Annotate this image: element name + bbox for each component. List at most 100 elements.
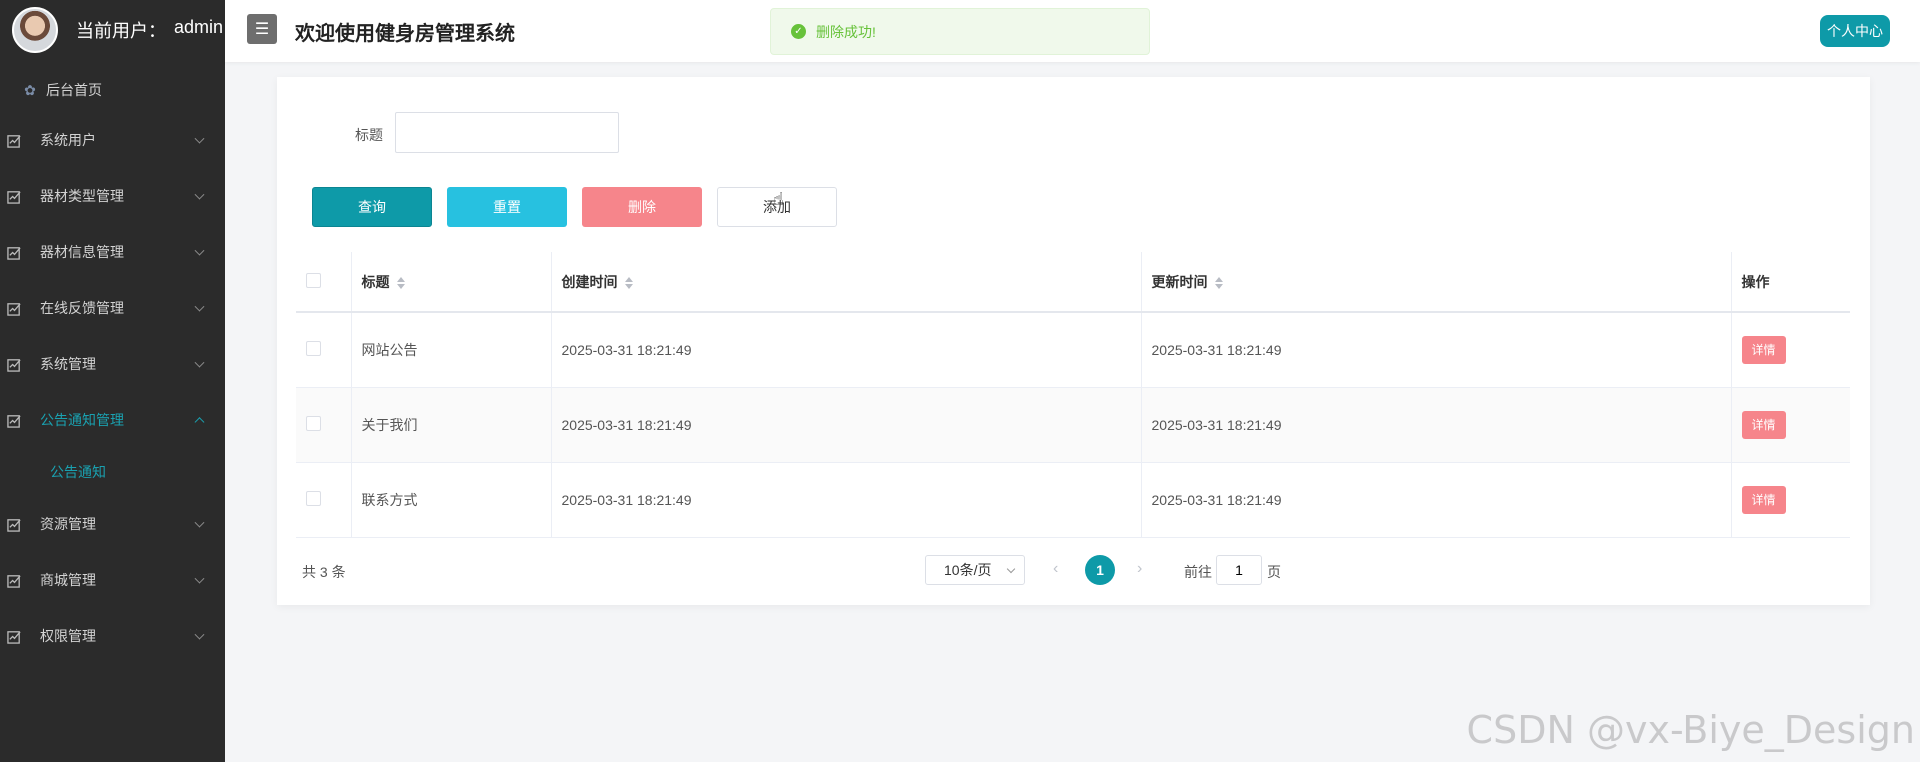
chevron-down-icon	[194, 357, 205, 368]
edit-chart-icon	[6, 356, 22, 372]
chevron-down-icon	[194, 245, 205, 256]
current-user-label: 当前用户：	[76, 21, 166, 41]
edit-chart-icon	[6, 628, 22, 644]
row-updated: 2025-03-31 18:21:49	[1141, 387, 1732, 463]
sidebar-item-label: 在线反馈管理	[40, 300, 124, 316]
sidebar-item-system[interactable]: 系统管理	[0, 336, 225, 392]
select-all-checkbox[interactable]	[306, 272, 321, 288]
row-select-cell	[296, 462, 352, 538]
table-row: 网站公告 2025-03-31 18:21:49 2025-03-31 18:2…	[296, 312, 1850, 388]
chevron-down-icon	[194, 517, 205, 528]
col-ops: 操作	[1731, 252, 1850, 313]
success-toast: ✓ 删除成功!	[770, 8, 1150, 55]
table-row: 关于我们 2025-03-31 18:21:49 2025-03-31 18:2…	[296, 387, 1850, 463]
col-created[interactable]: 创建时间	[551, 252, 1142, 313]
sidebar-item-users[interactable]: 系统用户	[0, 112, 225, 168]
search-title-input[interactable]	[395, 112, 619, 153]
user-box: 当前用户： admin	[0, 0, 225, 60]
row-checkbox[interactable]	[306, 340, 321, 356]
edit-chart-icon	[6, 412, 22, 428]
edit-chart-icon	[6, 572, 22, 588]
row-select-cell	[296, 387, 352, 463]
sidebar-item-resources[interactable]: 资源管理	[0, 496, 225, 552]
sidebar-item-shop[interactable]: 商城管理	[0, 552, 225, 608]
col-updated[interactable]: 更新时间	[1141, 252, 1732, 313]
current-page[interactable]: 1	[1085, 555, 1115, 585]
prev-page-button[interactable]: ‹	[1053, 560, 1058, 578]
sidebar-item-equipment-types[interactable]: 器材类型管理	[0, 168, 225, 224]
sidebar-item-label: 权限管理	[40, 628, 96, 644]
sort-icon[interactable]	[624, 276, 633, 289]
row-title: 联系方式	[351, 462, 552, 538]
sidebar-item-label: 系统管理	[40, 356, 96, 372]
current-username: admin	[174, 17, 224, 37]
sidebar-item-label: 器材信息管理	[40, 244, 124, 260]
row-checkbox[interactable]	[306, 490, 321, 506]
delete-button[interactable]: 删除	[582, 187, 702, 227]
chevron-down-icon	[194, 629, 205, 640]
col-updated-label: 更新时间	[1151, 273, 1208, 290]
col-created-label: 创建时间	[561, 273, 618, 290]
row-created: 2025-03-31 18:21:49	[551, 462, 1142, 538]
sidebar-item-label: 资源管理	[40, 516, 96, 532]
sidebar-subitem-notice[interactable]: 公告通知	[0, 448, 225, 496]
sidebar-item-equipment-info[interactable]: 器材信息管理	[0, 224, 225, 280]
query-button[interactable]: 查询	[312, 187, 432, 227]
sidebar-item-permissions[interactable]: 权限管理	[0, 608, 225, 664]
detail-button[interactable]: 详情	[1741, 485, 1786, 514]
col-ops-label: 操作	[1741, 273, 1770, 290]
row-select-cell	[296, 312, 352, 388]
reset-button[interactable]: 重置	[447, 187, 567, 227]
select-all-cell	[296, 252, 352, 313]
chevron-down-icon	[194, 189, 205, 200]
hand-cursor-icon: ☝	[773, 189, 784, 209]
col-title-label: 标题	[361, 273, 390, 290]
row-updated: 2025-03-31 18:21:49	[1141, 312, 1732, 388]
table-header-row: 标题 创建时间 更新时间 操作	[296, 252, 1850, 313]
row-ops: 详情	[1731, 462, 1850, 538]
edit-chart-icon	[6, 244, 22, 260]
edit-chart-icon	[6, 188, 22, 204]
page-size-value: 10条/页	[944, 562, 992, 578]
row-title: 关于我们	[351, 387, 552, 463]
col-title[interactable]: 标题	[351, 252, 552, 313]
sidebar-item-label: 商城管理	[40, 572, 96, 588]
avatar	[12, 7, 58, 53]
row-title: 网站公告	[351, 312, 552, 388]
sidebar-item-home[interactable]: ✿ 后台首页	[0, 68, 225, 112]
chevron-down-icon	[194, 133, 205, 144]
row-ops: 详情	[1731, 312, 1850, 388]
sidebar-subitem-label: 公告通知	[50, 464, 106, 480]
chevron-down-icon	[194, 573, 205, 584]
toast-message: 删除成功!	[816, 23, 876, 40]
hamburger-icon: ☰	[254, 21, 270, 38]
row-created: 2025-03-31 18:21:49	[551, 387, 1142, 463]
row-updated: 2025-03-31 18:21:49	[1141, 462, 1732, 538]
detail-button[interactable]: 详情	[1741, 410, 1786, 439]
watermark: CSDN @vx-Biye_Design	[1466, 708, 1915, 752]
sort-icon[interactable]	[1214, 276, 1223, 289]
row-ops: 详情	[1731, 387, 1850, 463]
detail-button[interactable]: 详情	[1741, 335, 1786, 364]
search-title-label: 标题	[355, 127, 383, 143]
next-page-button[interactable]: ›	[1137, 560, 1142, 578]
sidebar-menu: ✿ 后台首页 系统用户 器材类型管理 器材信息管理 在线反馈管理 系统管理 公告…	[0, 68, 225, 664]
sidebar-item-label: 后台首页	[46, 82, 102, 98]
profile-button[interactable]: 个人中心	[1820, 15, 1890, 47]
goto-page-input[interactable]	[1216, 555, 1262, 585]
table-row: 联系方式 2025-03-31 18:21:49 2025-03-31 18:2…	[296, 462, 1850, 538]
page-size-select[interactable]: 10条/页	[925, 555, 1025, 585]
content-card: 标题 查询 重置 删除 添加 ☝ 标题 创建时间 更新时间 操作 网站公告 20…	[277, 77, 1870, 605]
sidebar: 当前用户： admin ✿ 后台首页 系统用户 器材类型管理 器材信息管理 在线…	[0, 0, 225, 762]
sort-icon[interactable]	[396, 276, 405, 289]
sidebar-item-notices[interactable]: 公告通知管理	[0, 392, 225, 448]
sidebar-item-label: 系统用户	[40, 132, 96, 148]
menu-toggle-button[interactable]: ☰	[247, 14, 277, 44]
row-checkbox[interactable]	[306, 415, 321, 431]
notice-table: 标题 创建时间 更新时间 操作 网站公告 2025-03-31 18:21:49…	[296, 252, 1850, 538]
chevron-up-icon	[194, 417, 205, 428]
check-circle-icon: ✓	[791, 24, 806, 39]
pagination-total: 共 3 条	[302, 564, 346, 580]
edit-chart-icon	[6, 516, 22, 532]
sidebar-item-feedback[interactable]: 在线反馈管理	[0, 280, 225, 336]
